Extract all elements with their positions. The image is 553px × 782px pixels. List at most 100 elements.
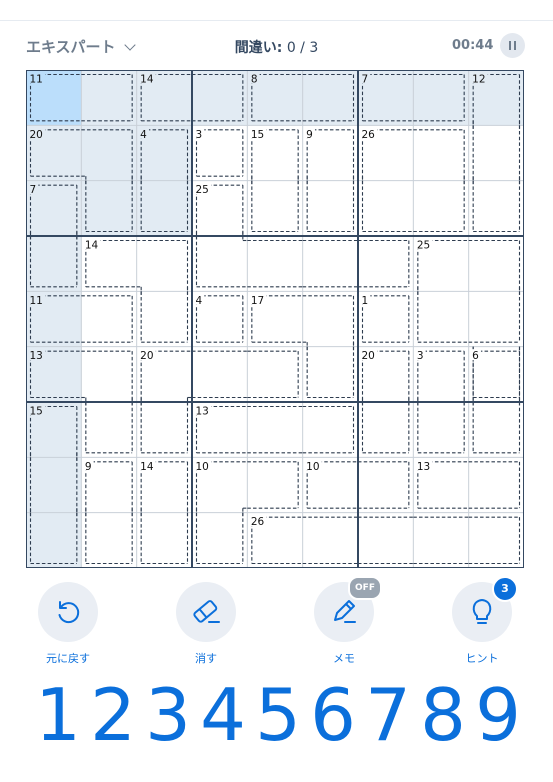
cage-sum: 26 — [362, 129, 376, 141]
cell-r4c7[interactable] — [358, 236, 414, 292]
numpad-1[interactable]: 1 — [30, 672, 86, 758]
cell-r5c3[interactable] — [136, 291, 192, 347]
notes-circle: OFF — [314, 576, 382, 642]
cell-r9c9[interactable] — [468, 512, 524, 568]
erase-button[interactable]: 消す — [161, 582, 251, 666]
cage-sum: 17 — [251, 295, 264, 307]
mistakes-label: 間違い: — [234, 40, 283, 56]
cage-sum: 10 — [196, 461, 209, 473]
cell-r3c8[interactable] — [413, 180, 469, 236]
cell-r5c9[interactable] — [468, 291, 524, 347]
cage-sum: 13 — [196, 406, 209, 418]
cage-sum: 15 — [30, 406, 43, 418]
cage-sum: 13 — [417, 461, 430, 473]
erase-label: 消す — [195, 652, 217, 665]
notes-off-badge: OFF — [348, 576, 382, 600]
controls-bar: 元に戻す 消す OFF メモ 3 ヒント — [0, 576, 553, 672]
numpad-5[interactable]: 5 — [250, 672, 306, 758]
pause-button[interactable] — [500, 33, 525, 58]
cage-sum: 1 — [362, 295, 369, 307]
mistakes-value: 0 / 3 — [286, 40, 319, 56]
cell-r7c5[interactable] — [247, 402, 303, 458]
numpad-9[interactable]: 9 — [470, 672, 526, 758]
cage-sum: 4 — [140, 129, 147, 141]
cage-sum: 6 — [472, 350, 479, 362]
cell-r9c4[interactable] — [192, 512, 248, 568]
cell-r4c1[interactable] — [26, 236, 82, 292]
cell-r3c7[interactable] — [358, 180, 414, 236]
cage-sum: 4 — [196, 295, 203, 307]
undo-button[interactable]: 元に戻す — [23, 582, 113, 666]
cell-r4c6[interactable] — [302, 236, 358, 292]
sudoku-board[interactable]: 11 14 8 7 12 20 4 3 15 9 26 7 25 14 25 11 4 17 1 13 20 20 3 6 15… — [26, 70, 524, 568]
cage-sum: 20 — [362, 350, 375, 362]
cell-r9c6[interactable] — [302, 512, 358, 568]
cell-r5c2[interactable] — [81, 291, 137, 347]
cell-r6c6[interactable] — [302, 346, 358, 402]
cage-sum: 9 — [306, 129, 313, 141]
cell-r9c2[interactable] — [81, 512, 137, 568]
numpad-7[interactable]: 7 — [360, 672, 416, 758]
cage-sum: 14 — [140, 74, 154, 86]
board-canvas[interactable]: 11 14 8 7 12 20 4 3 15 9 26 7 25 14 25 11 4 17 1 13 20 20 3 6 15… — [26, 70, 524, 568]
cage-sum: 20 — [140, 350, 153, 362]
cage-sum: 20 — [30, 129, 43, 141]
cell-r9c1[interactable] — [26, 512, 82, 568]
numpad-4[interactable]: 4 — [195, 672, 251, 758]
cell-r7c3[interactable] — [136, 402, 192, 458]
notes-button[interactable]: OFF メモ — [299, 576, 389, 666]
cell-r3c9[interactable] — [468, 180, 524, 236]
cage-sum: 11 — [30, 295, 43, 307]
top-divider — [0, 20, 553, 21]
undo-circle — [38, 582, 98, 642]
cell-r1c8[interactable] — [413, 70, 469, 126]
cell-r3c5[interactable] — [247, 180, 303, 236]
cell-r2c9[interactable] — [468, 125, 524, 181]
cell-r5c6[interactable] — [302, 291, 358, 347]
cell-r7c9[interactable] — [468, 402, 524, 458]
cage-sum: 25 — [417, 240, 430, 252]
cage-sum: 7 — [30, 184, 37, 196]
numpad-2[interactable]: 2 — [85, 672, 141, 758]
cell-r4c5[interactable] — [247, 236, 303, 292]
cell-r3c3[interactable] — [136, 180, 192, 236]
cage-sum: 13 — [30, 350, 43, 362]
cell-r7c8[interactable] — [413, 402, 469, 458]
cage-sum: 25 — [196, 184, 209, 196]
cell-r8c1[interactable] — [26, 457, 82, 513]
cell-r6c5[interactable] — [247, 346, 303, 402]
cell-r7c6[interactable] — [302, 402, 358, 458]
cell-r4c9[interactable] — [468, 236, 524, 292]
cage-sum: 3 — [196, 129, 203, 141]
cell-r8c7[interactable] — [358, 457, 414, 513]
cell-r1c6[interactable] — [302, 70, 358, 126]
cell-r5c8[interactable] — [413, 291, 469, 347]
cell-r1c2[interactable] — [81, 70, 137, 126]
cell-r6c4[interactable] — [192, 346, 248, 402]
cell-r8c5[interactable] — [247, 457, 303, 513]
cell-r8c9[interactable] — [468, 457, 524, 513]
cell-r4c4[interactable] — [192, 236, 248, 292]
cell-r7c2[interactable] — [81, 402, 137, 458]
cell-r9c7[interactable] — [358, 512, 414, 568]
undo-icon — [58, 601, 80, 624]
hint-button[interactable]: 3 ヒント — [437, 576, 527, 666]
numpad-8[interactable]: 8 — [415, 672, 471, 758]
cell-r3c6[interactable] — [302, 180, 358, 236]
cell-r9c3[interactable] — [136, 512, 192, 568]
cage-sum: 12 — [472, 74, 485, 86]
hint-circle: 3 — [452, 576, 518, 642]
numpad-3[interactable]: 3 — [140, 672, 196, 758]
cell-r7c7[interactable] — [358, 402, 414, 458]
cell-r9c8[interactable] — [413, 512, 469, 568]
cage-sum: 3 — [417, 350, 424, 362]
cell-r2c8[interactable] — [413, 125, 469, 181]
game-header: エキスパート 間違い: 0 / 3 00:44 — [0, 28, 553, 64]
cell-r6c2[interactable] — [81, 346, 137, 402]
numpad-6[interactable]: 6 — [305, 672, 361, 758]
cage-sum: 11 — [30, 74, 43, 86]
cell-r1c4[interactable] — [192, 70, 248, 126]
cell-r4c3[interactable] — [136, 236, 192, 292]
cell-r2c2[interactable] — [81, 125, 137, 181]
cell-r3c2[interactable] — [81, 180, 137, 236]
